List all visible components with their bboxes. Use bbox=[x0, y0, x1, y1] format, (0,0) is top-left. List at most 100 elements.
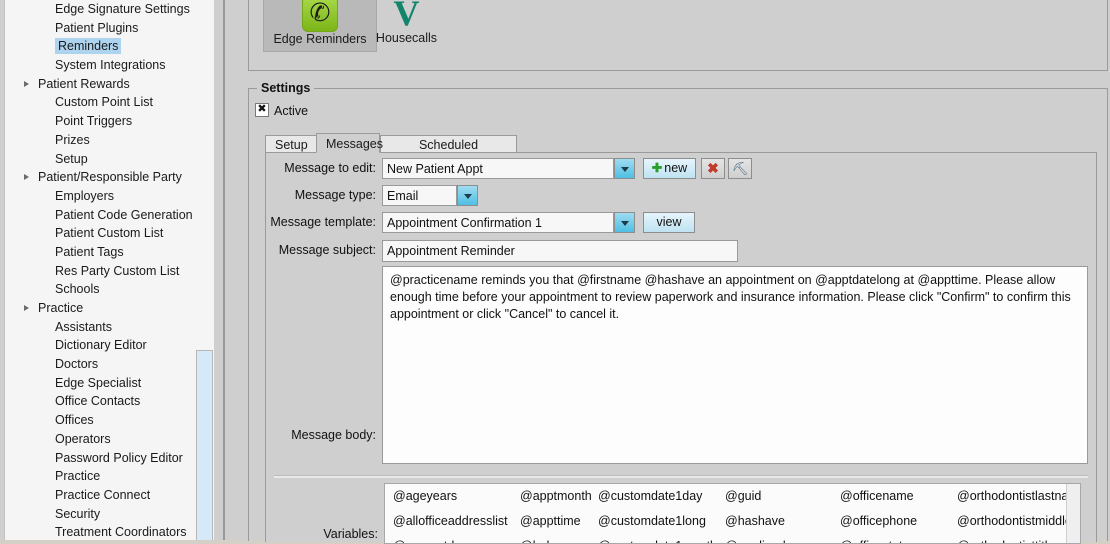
variable-item[interactable]: @orthodontistlastname bbox=[957, 490, 1080, 503]
sidebar-item-patient-rewards[interactable]: Patient Rewards bbox=[0, 75, 205, 94]
sidebar-item-treatment-coordinators[interactable]: Treatment Coordinators bbox=[0, 523, 205, 540]
sidebar-item-assistants[interactable]: Assistants bbox=[0, 318, 205, 337]
variable-item[interactable]: @amountdue bbox=[393, 540, 468, 543]
message-template-dropdown-arrow[interactable] bbox=[614, 212, 635, 233]
variable-item[interactable]: @customdate1day bbox=[598, 490, 702, 503]
sidebar-item-patient-custom-list[interactable]: Patient Custom List bbox=[0, 224, 205, 243]
sidebar-item-setup[interactable]: Setup bbox=[0, 150, 205, 169]
active-label: Active bbox=[274, 104, 309, 118]
variable-item[interactable]: @officename bbox=[840, 490, 914, 503]
sidebar-item-edge-signature-settings[interactable]: Edge Signature Settings bbox=[0, 0, 205, 19]
plus-icon: ✚ bbox=[651, 161, 663, 175]
sidebar-item-label: Doctors bbox=[55, 357, 99, 372]
sidebar-item-label: Edge Specialist bbox=[55, 375, 142, 390]
message-template-input[interactable]: Appointment Confirmation 1 bbox=[382, 212, 614, 233]
settings-tree[interactable]: Edge Signature Settings Patient Plugins Re… bbox=[0, 0, 205, 540]
sidebar-item-label: Patient Custom List bbox=[55, 226, 164, 241]
sidebar-item-prizes[interactable]: Prizes bbox=[0, 131, 205, 150]
variable-item[interactable]: @hashave bbox=[725, 515, 785, 528]
variable-item[interactable]: @guid bbox=[725, 490, 761, 503]
navigation-sidebar: Edge Signature Settings Patient Plugins Re… bbox=[0, 0, 214, 540]
sidebar-item-employers[interactable]: Employers bbox=[0, 187, 205, 206]
variable-item[interactable]: @allofficeaddresslist bbox=[393, 515, 508, 528]
sidebar-item-label: System Integrations bbox=[55, 58, 166, 73]
sidebar-item-label: Patient Rewards bbox=[38, 76, 130, 91]
tab-scheduled-reminders[interactable]: Scheduled Reminders bbox=[380, 135, 517, 170]
expander-arrow-icon[interactable] bbox=[24, 174, 29, 181]
sidebar-item-label: Setup bbox=[55, 151, 88, 166]
sidebar-content-divider bbox=[214, 0, 240, 540]
sidebar-item-label: Prizes bbox=[55, 132, 90, 147]
sidebar-item-reminders[interactable]: Reminders bbox=[0, 37, 205, 56]
variable-item[interactable]: @officestate bbox=[840, 540, 909, 543]
sidebar-item-label: Practice bbox=[38, 301, 84, 315]
message-subject-label: Message subject: bbox=[278, 243, 376, 257]
messages-tab-panel: Message to edit: New Patient Appt ✚ new ✖… bbox=[265, 152, 1097, 544]
expander-arrow-icon[interactable] bbox=[24, 80, 29, 87]
message-type-label: Message type: bbox=[294, 188, 376, 202]
message-body-textarea[interactable]: @practicename reminds you that @firstnam… bbox=[382, 266, 1088, 464]
sidebar-item-practice-connect[interactable]: Practice Connect bbox=[0, 486, 205, 505]
sidebar-item-label: Operators bbox=[55, 431, 111, 446]
tab-setup[interactable]: Setup bbox=[265, 135, 317, 153]
variable-item[interactable]: @apptmonth bbox=[520, 490, 592, 503]
sidebar-item-label: Patient Plugins bbox=[55, 20, 139, 35]
message-to-edit-input[interactable]: New Patient Appt bbox=[382, 158, 614, 179]
sidebar-item-label: Practice Connect bbox=[55, 487, 151, 502]
sidebar-item-offices[interactable]: Offices bbox=[0, 411, 205, 430]
sidebar-scrollbar-track[interactable] bbox=[196, 0, 214, 540]
variable-item[interactable]: @ageyears bbox=[393, 490, 457, 503]
module-toolbar: Edge RemindersVHousecalls bbox=[248, 0, 1108, 71]
message-body-label: Message body: bbox=[291, 428, 376, 442]
variable-item[interactable]: @orthodontistmiddleinitial bbox=[957, 515, 1080, 528]
view-template-button[interactable]: view bbox=[643, 212, 695, 233]
sidebar-item-custom-point-list[interactable]: Custom Point List bbox=[0, 93, 205, 112]
active-checkbox-row[interactable]: Active bbox=[255, 101, 309, 119]
sidebar-item-office-contacts[interactable]: Office Contacts bbox=[0, 392, 205, 411]
sidebar-item-doctors[interactable]: Doctors bbox=[0, 355, 205, 374]
message-subject-input[interactable]: Appointment Reminder bbox=[382, 240, 738, 262]
sidebar-item-label: Office Contacts bbox=[55, 394, 141, 409]
sidebar-scrollbar-thumb[interactable] bbox=[196, 350, 213, 540]
sidebar-item-label: Schools bbox=[55, 282, 100, 297]
variable-item[interactable]: @orthodontisttitle bbox=[957, 540, 1054, 543]
active-checkbox[interactable] bbox=[255, 101, 269, 117]
variables-scrollbar[interactable] bbox=[1066, 484, 1080, 543]
sidebar-item-patient-code-generation[interactable]: Patient Code Generation bbox=[0, 206, 205, 225]
message-tools-button[interactable]: ⛏ bbox=[728, 158, 752, 179]
variable-item[interactable]: @mediaurl bbox=[725, 540, 786, 543]
message-type-dropdown-arrow[interactable] bbox=[457, 185, 478, 206]
expander-arrow-icon[interactable] bbox=[24, 305, 29, 311]
tab-messages[interactable]: Messages bbox=[316, 133, 383, 153]
variables-list[interactable]: @ageyears @allofficeaddresslist @amountdue… bbox=[384, 483, 1081, 544]
sidebar-item-practice[interactable]: Practice bbox=[0, 299, 205, 318]
message-to-edit-dropdown-arrow[interactable] bbox=[614, 158, 635, 179]
sidebar-item-operators[interactable]: Operators bbox=[0, 430, 205, 449]
message-type-input[interactable]: Email bbox=[382, 185, 457, 206]
variables-label: Variables: bbox=[323, 527, 378, 541]
sidebar-item-label: Custom Point List bbox=[55, 95, 153, 110]
sidebar-item-password-policy-editor[interactable]: Password Policy Editor bbox=[0, 449, 205, 468]
sidebar-item-patient-plugins[interactable]: Patient Plugins bbox=[0, 19, 205, 38]
variable-item[interactable]: @appttime bbox=[520, 515, 581, 528]
variable-item[interactable]: @customdate1month bbox=[598, 540, 717, 543]
sidebar-item-patient-tags[interactable]: Patient Tags bbox=[0, 243, 205, 262]
new-message-button[interactable]: ✚ new bbox=[643, 158, 696, 179]
toolbar-item-housecalls[interactable]: V Housecalls bbox=[359, 0, 454, 50]
sidebar-item-edge-specialist[interactable]: Edge Specialist bbox=[0, 374, 205, 393]
variable-item[interactable]: @officephone bbox=[840, 515, 917, 528]
sidebar-item-point-triggers[interactable]: Point Triggers bbox=[0, 112, 205, 131]
sidebar-item-patient-responsible-party[interactable]: Patient/Responsible Party bbox=[0, 168, 205, 187]
sidebar-item-practice[interactable]: Practice bbox=[0, 467, 205, 486]
sidebar-item-label: Assistants bbox=[55, 319, 112, 334]
sidebar-item-dictionary-editor[interactable]: Dictionary Editor bbox=[0, 336, 205, 355]
sidebar-item-system-integrations[interactable]: System Integrations bbox=[0, 56, 205, 75]
variable-item[interactable]: @customdate1long bbox=[598, 515, 706, 528]
sidebar-item-security[interactable]: Security bbox=[0, 505, 205, 524]
delete-message-button[interactable]: ✖ bbox=[701, 158, 725, 179]
delete-x-icon: ✖ bbox=[707, 160, 719, 176]
sidebar-item-schools[interactable]: Schools bbox=[0, 280, 205, 299]
sidebar-item-res-party-custom-list[interactable]: Res Party Custom List bbox=[0, 262, 205, 281]
variable-item[interactable]: @balance bbox=[520, 540, 576, 543]
sidebar-item-label: Offices bbox=[55, 413, 94, 428]
